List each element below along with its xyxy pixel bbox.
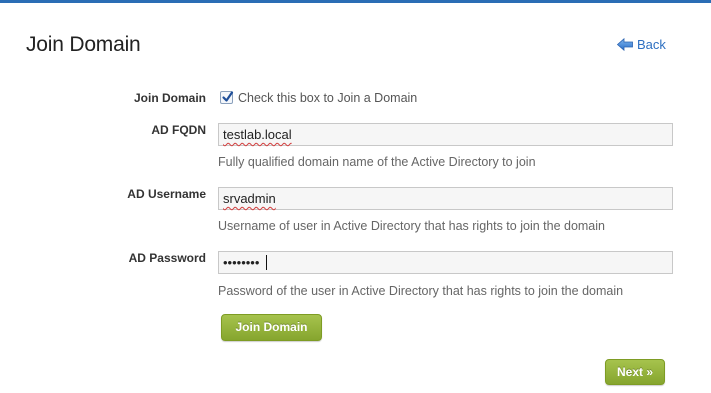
join-domain-checkbox-text: Check this box to Join a Domain [238, 91, 418, 105]
next-button[interactable]: Next » [605, 359, 665, 385]
ad-username-value: srvadmin [223, 191, 276, 206]
ad-password-help: Password of the user in Active Directory… [218, 284, 624, 298]
top-accent-bar [0, 0, 711, 3]
ad-fqdn-label: AD FQDN [151, 123, 206, 137]
ad-password-field[interactable] [218, 251, 673, 274]
join-domain-page: Join Domain Back Join Domain Check this … [0, 0, 711, 393]
join-domain-checkbox[interactable] [220, 91, 234, 104]
checkmark-icon [222, 91, 234, 102]
back-label: Back [637, 37, 666, 52]
ad-username-help: Username of user in Active Directory tha… [218, 219, 605, 233]
ad-fqdn-value: testlab.local [223, 127, 292, 142]
ad-password-masked-value: •••••••• [223, 255, 260, 270]
ad-username-field[interactable] [218, 187, 673, 210]
page-title: Join Domain [26, 33, 141, 56]
ad-username-label: AD Username [127, 187, 206, 201]
back-link[interactable]: Back [617, 37, 666, 52]
arrow-left-icon [617, 38, 633, 51]
join-domain-button[interactable]: Join Domain [221, 314, 322, 341]
ad-fqdn-help: Fully qualified domain name of the Activ… [218, 155, 536, 169]
text-caret [266, 255, 267, 270]
join-domain-label: Join Domain [133, 91, 206, 105]
ad-password-label: AD Password [128, 251, 206, 265]
